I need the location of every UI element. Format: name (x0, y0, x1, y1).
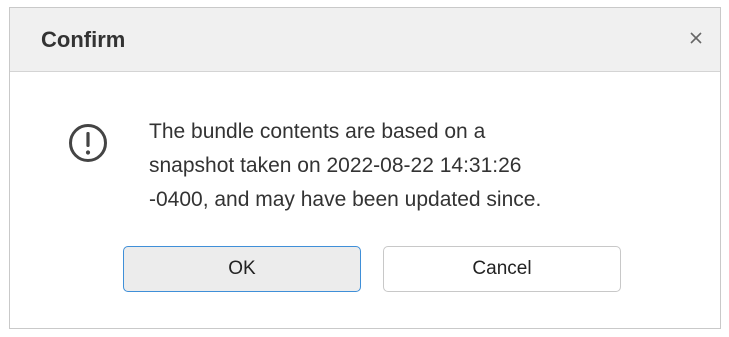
cancel-button-label: Cancel (472, 258, 532, 279)
message-line: snapshot taken on 2022-08-22 14:31:26 (149, 154, 522, 177)
ok-button-label: OK (228, 258, 256, 279)
message-line: -0400, and may have been updated since. (149, 188, 542, 211)
message-line: The bundle contents are based on a (149, 120, 486, 143)
close-icon (690, 32, 702, 44)
dialog-title-bar: Confirm (10, 8, 720, 72)
dialog-message: The bundle contents are based on a snaps… (149, 115, 689, 217)
exclamation-circle-icon (69, 124, 107, 162)
ok-button[interactable]: OK (123, 246, 361, 292)
close-button[interactable] (685, 27, 707, 49)
dialog-title: Confirm (41, 27, 126, 52)
cancel-button[interactable]: Cancel (383, 246, 621, 292)
confirm-dialog: Confirm The bundle contents are based on… (9, 7, 721, 329)
